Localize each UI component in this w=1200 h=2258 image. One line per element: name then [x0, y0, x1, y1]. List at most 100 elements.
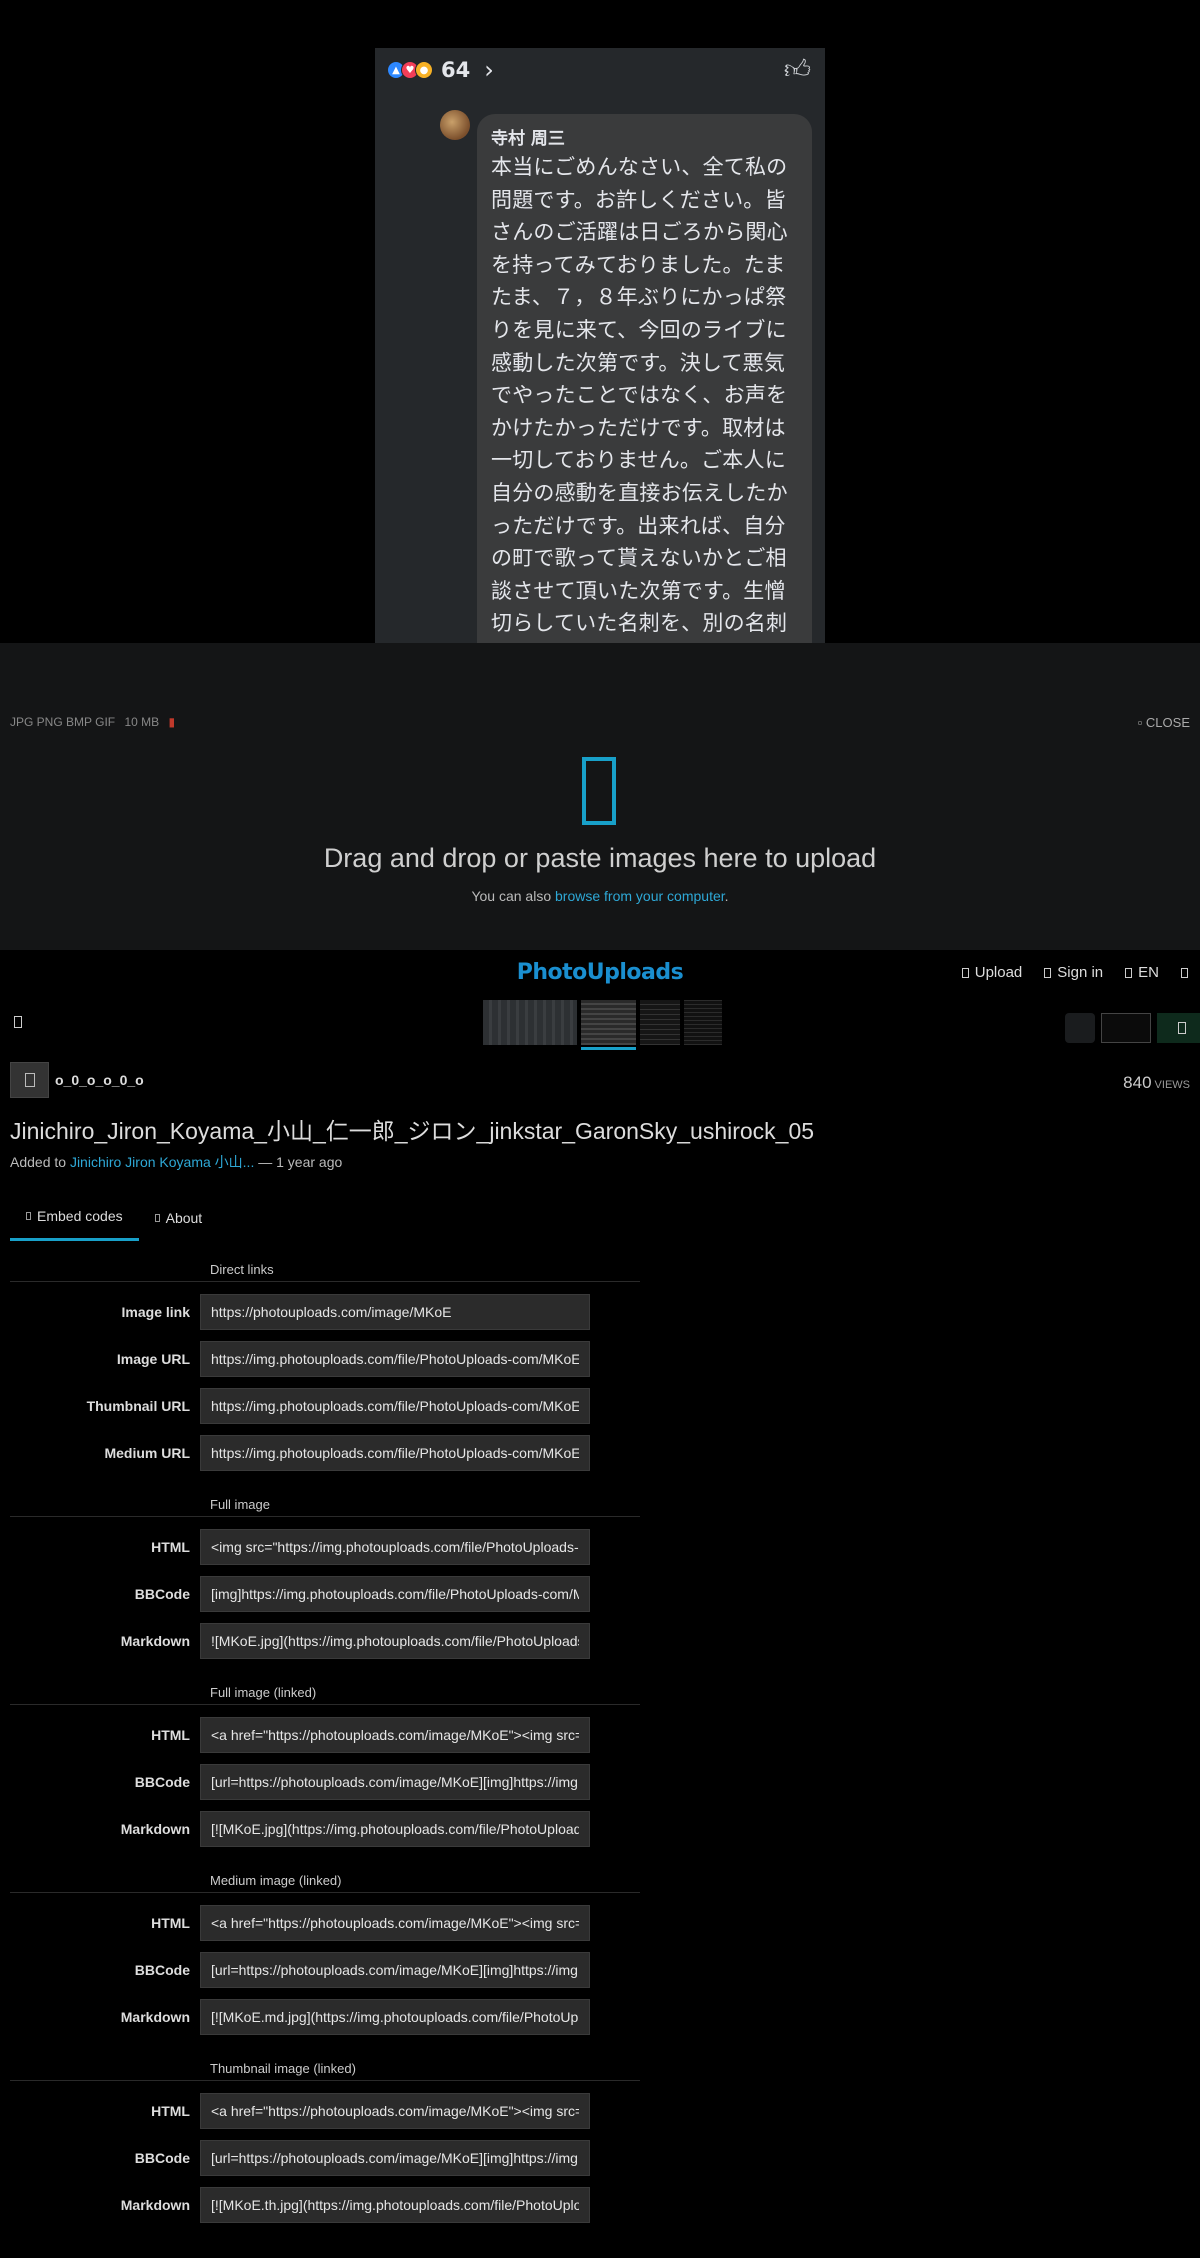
bbcode-field[interactable] [200, 2140, 590, 2176]
commenter-name: 寺村 周三 [491, 129, 565, 149]
code-row: Markdown [10, 1623, 640, 1659]
code-row: HTML [10, 1529, 640, 1565]
upload-formats: JPG PNG BMP GIF 10 MB ▮ [10, 715, 175, 729]
browse-line: You can also browse from your computer. [0, 888, 1200, 904]
code-row: BBCode [10, 2140, 640, 2176]
upload-button[interactable]: Upload [961, 964, 1023, 981]
comment-text: 本当にごめんなさい、全て私の問題です。お許しください。皆さんのご活躍は日ごろから… [491, 155, 788, 636]
code-icon [26, 1212, 31, 1220]
toggle-sidebar-icon[interactable] [14, 1016, 22, 1028]
bbcode-field[interactable] [200, 1576, 590, 1612]
code-row: BBCode [10, 1952, 640, 1988]
code-label: BBCode [134, 1586, 190, 1602]
tab-bar: Embed codes About [10, 1198, 218, 1241]
group-title: Full image (linked) [10, 1679, 640, 1705]
group-medium-image-linked: Medium image (linked) HTML BBCode Markdo… [10, 1867, 640, 2035]
menu-button[interactable] [1181, 967, 1188, 978]
upload-icon [961, 967, 969, 978]
group-direct-links: Direct links Image link Image URL Thumbn… [10, 1256, 640, 1471]
album-link[interactable]: Jinichiro Jiron Koyama 小山... [70, 1154, 254, 1170]
code-row: HTML [10, 1717, 640, 1753]
code-label: Thumbnail URL [86, 1398, 190, 1414]
markdown-field[interactable] [200, 1999, 590, 2035]
tab-about[interactable]: About [139, 1198, 219, 1241]
image-link-field[interactable] [200, 1294, 590, 1330]
image-title: Jinichiro_Jiron_Koyama_小山_仁一郎_ジロン_jinkst… [10, 1118, 815, 1144]
tab-label: About [165, 1209, 203, 1226]
code-row: BBCode [10, 1576, 640, 1612]
markdown-field[interactable] [200, 1811, 590, 1847]
album-thumbnails [483, 1000, 722, 1050]
prev-button[interactable] [1065, 1013, 1095, 1043]
markdown-field[interactable] [200, 2187, 590, 2223]
chevron-right-icon: › [484, 56, 494, 84]
image-url-field[interactable] [200, 1341, 590, 1377]
code-row: Thumbnail URL [10, 1388, 640, 1424]
code-label: Medium URL [104, 1445, 190, 1461]
comment-bubble: 寺村 周三 本当にごめんなさい、全て私の問題です。お許しください。皆さんのご活躍… [477, 114, 812, 643]
added-to-album: Added to Jinichiro Jiron Koyama 小山... — … [10, 1152, 342, 1172]
reaction-sad-icon: ● [415, 61, 433, 79]
group-full-image: Full image HTML BBCode Markdown [10, 1491, 640, 1659]
bbcode-field[interactable] [200, 1764, 590, 1800]
close-button[interactable]: ▫ CLOSE [1138, 715, 1190, 730]
html-code-field[interactable] [200, 1905, 590, 1941]
top-nav: Upload Sign in EN [961, 964, 1188, 981]
group-title: Medium image (linked) [10, 1867, 640, 1893]
code-row: Image link [10, 1294, 640, 1330]
album-thumbnail[interactable] [640, 1000, 680, 1045]
code-row: Markdown [10, 1811, 640, 1847]
tab-embed-codes[interactable]: Embed codes [10, 1198, 139, 1241]
reaction-row: ▲ ♥ ● 64 › [387, 54, 494, 86]
views-number: 840 [1123, 1073, 1152, 1092]
close-icon: ▫ [1137, 715, 1143, 730]
signin-button[interactable]: Sign in [1044, 964, 1103, 981]
code-label: Image URL [116, 1351, 190, 1367]
album-strip [0, 1000, 1200, 1050]
html-code-field[interactable] [200, 2093, 590, 2129]
album-thumbnail[interactable] [684, 1000, 722, 1045]
viewer-controls [1065, 1013, 1200, 1043]
view-count: 840 VIEWS [1123, 1073, 1190, 1093]
displayed-image: ▲ ♥ ● 64 › 👍︎ 寺村 周三 本当にごめんなさい、全て私の問題です。お… [375, 48, 825, 643]
bbcode-field[interactable] [200, 1952, 590, 1988]
album-thumbnail[interactable] [483, 1000, 577, 1045]
browse-suffix: . [724, 888, 729, 904]
code-label: HTML [151, 1727, 190, 1743]
medium-url-field[interactable] [200, 1435, 590, 1471]
user-icon [1044, 967, 1052, 978]
upload-label: Upload [974, 964, 1023, 981]
toggle-panel-icon[interactable] [1178, 1022, 1186, 1034]
added-time: — 1 year ago [254, 1154, 343, 1170]
page-input[interactable] [1101, 1013, 1151, 1043]
embed-codes: Direct links Image link Image URL Thumbn… [10, 1256, 640, 2243]
code-label: HTML [151, 1915, 190, 1931]
user-avatar[interactable] [10, 1062, 49, 1098]
drag-drop-text: Drag and drop or paste images here to up… [323, 843, 877, 873]
browse-link[interactable]: browse from your computer [555, 888, 725, 904]
reaction-count: 64 [441, 58, 471, 82]
markdown-field[interactable] [200, 1623, 590, 1659]
language-label: EN [1138, 964, 1159, 981]
code-label: Markdown [120, 1633, 190, 1649]
code-label: Markdown [120, 2197, 190, 2213]
album-thumbnail-current[interactable] [581, 1000, 636, 1050]
code-label: Markdown [120, 1821, 190, 1837]
thumbnail-url-field[interactable] [200, 1388, 590, 1424]
views-label: VIEWS [1154, 1079, 1190, 1091]
html-code-field[interactable] [200, 1529, 590, 1565]
html-code-field[interactable] [200, 1717, 590, 1753]
group-thumbnail-image-linked: Thumbnail image (linked) HTML BBCode Mar… [10, 2055, 640, 2223]
info-icon[interactable]: ▮ [169, 715, 176, 729]
username[interactable]: o_0_o_o_0_o [55, 1072, 144, 1088]
language-selector[interactable]: EN [1125, 964, 1159, 981]
group-title: Direct links [10, 1256, 640, 1282]
allowed-formats: JPG PNG BMP GIF [10, 715, 116, 729]
code-row: Markdown [10, 1999, 640, 2035]
upload-icon [582, 757, 616, 825]
code-label: BBCode [134, 1774, 190, 1790]
added-prefix: Added to [10, 1154, 70, 1170]
code-row: Image URL [10, 1341, 640, 1377]
code-row: Medium URL [10, 1435, 640, 1471]
max-size: 10 MB [124, 715, 160, 729]
